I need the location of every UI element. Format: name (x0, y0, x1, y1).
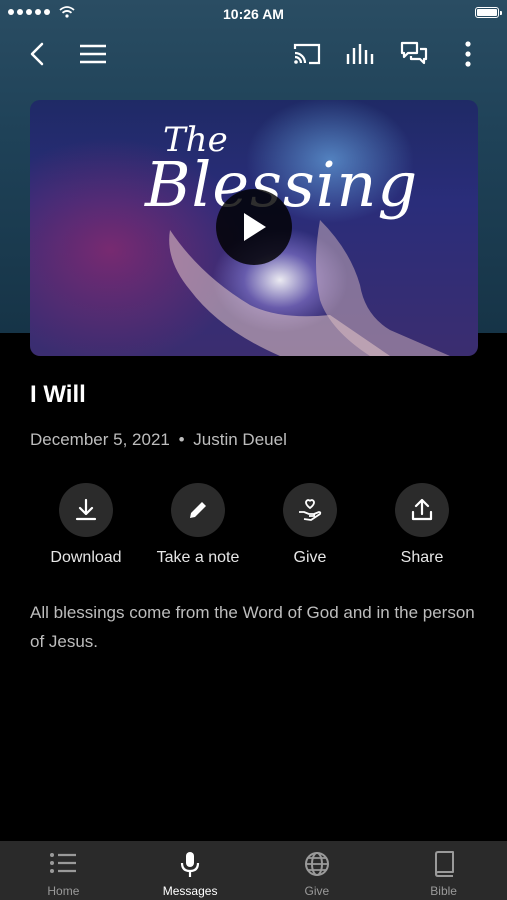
download-button[interactable]: Download (26, 483, 146, 567)
tab-give-label: Give (304, 884, 330, 898)
give-hand-heart-icon (299, 499, 322, 521)
cast-icon (293, 43, 321, 65)
audio-icon (346, 44, 374, 64)
tab-bar: Home Messages Give Bible (0, 841, 507, 900)
message-meta: December 5, 2021 • Justin Deuel (30, 430, 287, 450)
share-button[interactable]: Share (362, 483, 482, 567)
book-icon (434, 851, 454, 877)
message-speaker: Justin Deuel (193, 430, 287, 449)
toolbar (0, 30, 507, 74)
message-date: December 5, 2021 (30, 430, 170, 449)
download-icon (75, 498, 97, 521)
menu-icon (80, 44, 106, 64)
tab-home-label: Home (47, 884, 80, 898)
take-note-label: Take a note (156, 549, 240, 566)
chat-button[interactable] (396, 36, 432, 72)
take-note-button[interactable]: Take a note (138, 483, 258, 567)
globe-icon (304, 852, 329, 876)
message-title: I Will (30, 381, 86, 408)
tab-home[interactable]: Home (0, 841, 127, 900)
give-button[interactable]: Give (250, 483, 370, 567)
menu-button[interactable] (75, 36, 111, 72)
cast-button[interactable] (289, 36, 325, 72)
more-icon (465, 41, 471, 67)
list-icon (50, 853, 77, 873)
audio-button[interactable] (342, 36, 378, 72)
give-label: Give (293, 549, 327, 566)
battery-icon (475, 7, 502, 18)
download-label: Download (50, 549, 122, 566)
pencil-icon (190, 502, 206, 518)
meta-separator: • (178, 430, 185, 449)
status-bar: 10:26 AM (0, 0, 507, 28)
back-button[interactable] (20, 36, 56, 72)
message-description: All blessings come from the Word of God … (30, 603, 475, 651)
chat-icon (400, 41, 428, 65)
tab-messages-label: Messages (162, 884, 218, 898)
message-video-thumbnail[interactable]: The Blessing (30, 100, 478, 356)
share-icon (411, 498, 433, 521)
back-icon (30, 42, 44, 66)
tab-give[interactable]: Give (254, 841, 381, 900)
tab-bible[interactable]: Bible (380, 841, 507, 900)
status-time: 10:26 AM (223, 6, 284, 22)
play-button[interactable] (216, 189, 292, 265)
tab-bible-label: Bible (430, 884, 457, 898)
more-button[interactable] (450, 36, 486, 72)
microphone-icon (181, 852, 200, 877)
share-label: Share (400, 549, 444, 566)
tab-messages[interactable]: Messages (127, 841, 254, 900)
play-icon (244, 213, 266, 241)
